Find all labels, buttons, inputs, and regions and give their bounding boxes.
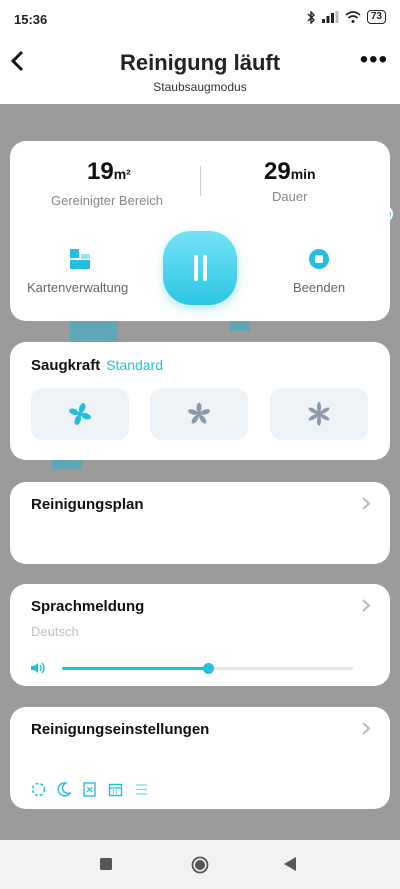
cleaning-plan-title: Reinigungsplan: [31, 496, 144, 513]
suction-title: Saugkraft Standard: [31, 357, 164, 374]
suction-level-max[interactable]: [270, 388, 368, 440]
status-icons: 73: [307, 10, 386, 24]
map-management-button[interactable]: Kartenverwaltung: [27, 280, 128, 295]
fan-icon: [69, 403, 91, 425]
chevron-right-icon: [362, 599, 370, 612]
area-value: 19m²: [87, 158, 131, 185]
suction-mode: Standard: [106, 357, 164, 373]
cleaning-settings-card[interactable]: Reinigungseinstellungen: [10, 707, 390, 809]
suction-level-standard[interactable]: [31, 388, 129, 440]
duration-value: 29min: [264, 158, 316, 185]
volume-slider-fill: [62, 667, 208, 670]
volume-slider-handle[interactable]: [202, 663, 214, 674]
battery-indicator: 73: [366, 10, 386, 24]
map-management-icon[interactable]: [69, 248, 91, 270]
page-title: Reinigung läuft: [119, 50, 281, 75]
carpet-icon: [83, 782, 96, 797]
voice-card[interactable]: Sprachmeldung Deutsch: [10, 584, 390, 686]
header: Reinigung läuft Staubsaugmodus •••: [0, 40, 400, 104]
chevron-right-icon: [362, 722, 370, 735]
duration-label: Dauer: [272, 189, 308, 204]
status-bar: 15:36 73: [0, 0, 400, 40]
signal-icon: [321, 11, 339, 23]
system-nav-bar: [0, 840, 400, 889]
stop-icon[interactable]: [308, 248, 330, 270]
map-cleaned-area: [52, 460, 82, 470]
voice-language: Deutsch: [31, 624, 79, 639]
quiet-mode-icon: [57, 782, 71, 797]
volume-icon: [31, 662, 45, 674]
fan-icon: [188, 402, 210, 424]
stop-button[interactable]: Beenden: [293, 280, 345, 295]
cleaning-settings-title: Reinigungseinstellungen: [31, 721, 210, 738]
chevron-right-icon: [362, 497, 370, 510]
area-unit: m²: [113, 166, 131, 182]
pause-icon: [194, 255, 198, 281]
home-button[interactable]: [191, 856, 209, 874]
voice-title: Sprachmeldung: [31, 598, 145, 615]
cleaning-plan-card[interactable]: Reinigungsplan: [10, 482, 390, 564]
status-time: 15:36: [14, 12, 48, 27]
volume-slider[interactable]: [62, 663, 353, 674]
pause-button[interactable]: [163, 231, 237, 305]
stats-card: 19m² Gereinigter Bereich 29min Dauer Kar…: [10, 141, 390, 321]
duration-unit: min: [290, 166, 316, 182]
recent-apps-button[interactable]: [100, 858, 112, 870]
area-label: Gereinigter Bereich: [51, 193, 163, 208]
suction-card: Saugkraft Standard: [10, 342, 390, 460]
stats-divider: [200, 166, 201, 196]
schedule-icon: [108, 783, 123, 797]
bluetooth-icon: [307, 10, 315, 24]
list-icon: [136, 784, 147, 795]
more-options-button[interactable]: •••: [360, 46, 388, 74]
back-nav-button[interactable]: [284, 857, 297, 871]
suction-level-strong[interactable]: [150, 388, 248, 440]
fan-icon: [308, 402, 330, 426]
cleaning-mode-icon: [31, 782, 46, 797]
page-subtitle: Staubsaugmodus: [153, 80, 247, 94]
wifi-icon: [345, 11, 361, 23]
pause-icon: [203, 255, 207, 281]
